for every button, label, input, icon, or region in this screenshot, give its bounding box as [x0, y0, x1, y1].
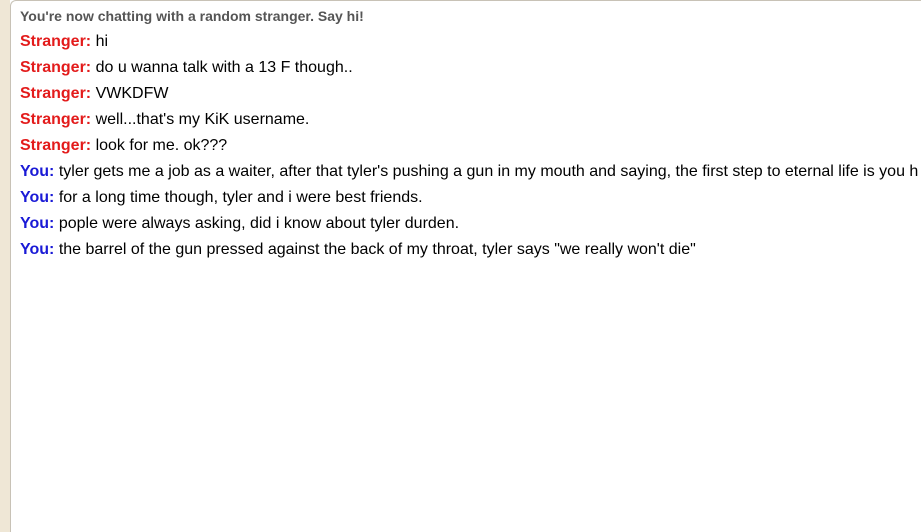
chat-log: You're now chatting with a random strang… [11, 1, 921, 263]
speaker-label-you: You: [20, 189, 55, 206]
chat-message-stranger: Stranger: look for me. ok??? [20, 133, 921, 159]
connection-status-message: You're now chatting with a random strang… [20, 8, 364, 24]
speaker-label-stranger: Stranger: [20, 59, 92, 76]
speaker-label-you: You: [20, 241, 55, 258]
speaker-label-stranger: Stranger: [20, 137, 92, 154]
message-text: hi [95, 33, 109, 50]
speaker-label-you: You: [20, 215, 55, 232]
message-text: the barrel of the gun pressed against th… [58, 241, 696, 258]
chat-message-stranger: Stranger: hi [20, 29, 921, 55]
message-text: look for me. ok??? [95, 137, 228, 154]
speaker-label-stranger: Stranger: [20, 85, 92, 102]
chat-message-stranger: Stranger: VWKDFW [20, 81, 921, 107]
speaker-label-stranger: Stranger: [20, 111, 92, 128]
message-text: pople were always asking, did i know abo… [58, 215, 460, 232]
chat-log-panel[interactable]: You're now chatting with a random strang… [10, 0, 921, 532]
speaker-label-stranger: Stranger: [20, 33, 92, 50]
message-text: VWKDFW [95, 85, 169, 102]
message-text: do u wanna talk with a 13 F though.. [95, 59, 353, 76]
speaker-label-you: You: [20, 163, 55, 180]
chat-message-stranger: Stranger: do u wanna talk with a 13 F th… [20, 55, 921, 81]
chat-message-you: You: for a long time though, tyler and i… [20, 185, 921, 211]
chat-message-you: You: tyler gets me a job as a waiter, af… [20, 159, 921, 185]
message-text: well...that's my KiK username. [95, 111, 310, 128]
chat-message-you: You: the barrel of the gun pressed again… [20, 237, 921, 263]
message-text: for a long time though, tyler and i were… [58, 189, 423, 206]
chat-message-stranger: Stranger: well...that's my KiK username. [20, 107, 921, 133]
chat-message-you: You: pople were always asking, did i kno… [20, 211, 921, 237]
page-background-edge [0, 0, 10, 532]
message-text: tyler gets me a job as a waiter, after t… [58, 163, 919, 180]
